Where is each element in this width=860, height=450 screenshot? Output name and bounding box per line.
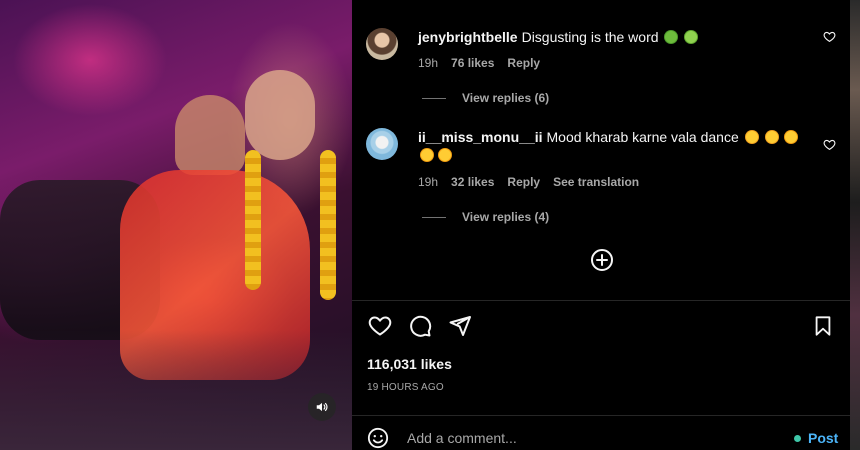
add-comment-bar: Post xyxy=(352,425,850,450)
comment-likes[interactable]: 32 likes xyxy=(451,175,494,189)
status-dot xyxy=(794,434,801,442)
reply-button[interactable]: Reply xyxy=(507,56,540,70)
share-icon[interactable] xyxy=(448,314,472,338)
nauseated-face-icon xyxy=(664,30,679,44)
load-more-comments-icon[interactable] xyxy=(590,248,614,272)
section-divider xyxy=(352,415,850,416)
audio-toggle-button[interactable] xyxy=(308,393,336,421)
post-timestamp: 19 HOURS AGO xyxy=(367,382,444,393)
rolling-laughing-icon xyxy=(437,148,452,162)
speaker-icon xyxy=(316,402,328,412)
view-replies-button[interactable]: View replies (6) xyxy=(422,91,549,105)
like-comment-icon[interactable] xyxy=(823,30,836,43)
background-page-edge xyxy=(850,0,860,450)
comment-meta: 19h 32 likes Reply See translation xyxy=(418,175,639,189)
post-likes-count[interactable]: 116,031 likes xyxy=(367,356,452,372)
tired-face-icon xyxy=(744,130,759,144)
section-divider xyxy=(352,300,850,301)
view-replies-button[interactable]: View replies (4) xyxy=(422,210,549,224)
avatar[interactable] xyxy=(366,128,398,160)
post-sidebar: jenybrightbelle Disgusting is the word 19… xyxy=(352,0,850,450)
comment-username[interactable]: ii__miss_monu__ii xyxy=(418,129,543,145)
comment-time: 19h xyxy=(418,56,439,70)
reply-divider-line xyxy=(422,97,446,99)
comment-item: jenybrightbelle Disgusting is the word 19… xyxy=(366,28,836,72)
reply-button[interactable]: Reply xyxy=(507,175,540,189)
reply-divider-line xyxy=(422,216,446,218)
post-actions xyxy=(366,314,836,340)
comment-item: ii__miss_monu__ii Mood kharab karne vala … xyxy=(366,128,836,189)
comment-body: Disgusting is the word xyxy=(521,29,659,45)
like-comment-icon[interactable] xyxy=(823,138,836,151)
tired-face-icon xyxy=(764,130,779,144)
comment-likes[interactable]: 76 likes xyxy=(451,56,494,70)
comment-body: Mood kharab karne vala dance xyxy=(546,129,739,145)
emoji-picker-icon[interactable] xyxy=(367,427,389,449)
comment-input[interactable] xyxy=(407,427,777,449)
comment-meta: 19h 76 likes Reply xyxy=(418,56,540,70)
see-translation-button[interactable]: See translation xyxy=(553,175,639,189)
like-icon[interactable] xyxy=(368,314,392,338)
comment-icon[interactable] xyxy=(408,314,432,338)
comment-username[interactable]: jenybrightbelle xyxy=(418,29,518,45)
rolling-laughing-icon xyxy=(784,130,799,144)
rolling-laughing-icon xyxy=(420,148,434,162)
save-icon[interactable] xyxy=(812,314,834,338)
post-video[interactable] xyxy=(0,0,352,450)
face-vomiting-icon xyxy=(684,30,699,44)
comment-time: 19h xyxy=(418,175,439,189)
post-comment-button[interactable]: Post xyxy=(794,430,838,446)
avatar[interactable] xyxy=(366,28,398,60)
